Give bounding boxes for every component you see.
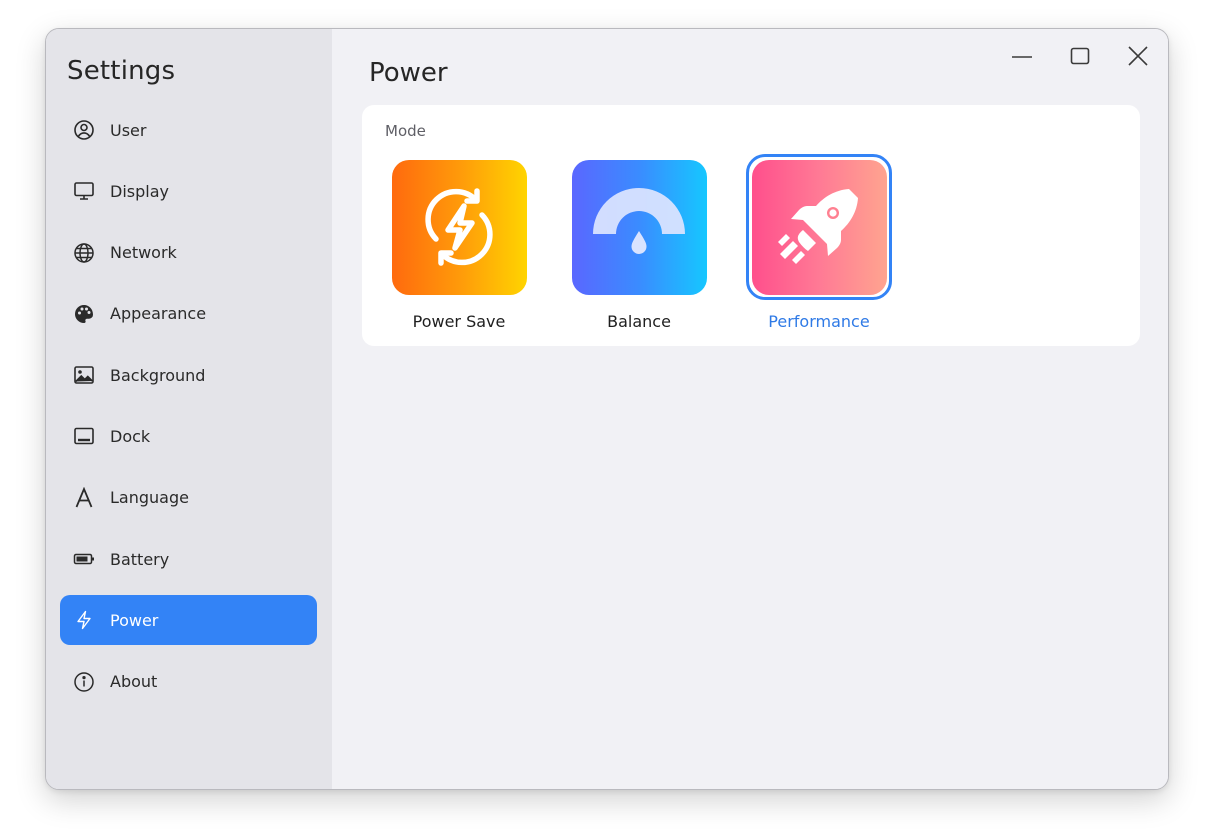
mode-section-label: Mode [385, 122, 426, 140]
maximize-button[interactable] [1065, 45, 1095, 71]
sidebar-item-label: Battery [110, 549, 170, 569]
sidebar-item-label: User [110, 120, 147, 140]
bolt-icon [73, 609, 95, 631]
maximize-icon [1069, 45, 1091, 71]
palette-icon [73, 303, 95, 325]
sidebar-item-user[interactable]: User [60, 105, 317, 155]
rocket-icon [751, 159, 887, 295]
language-icon [73, 486, 95, 509]
app-title: Settings [67, 56, 176, 86]
monitor-icon [73, 180, 95, 202]
minimize-button[interactable] [1007, 45, 1037, 71]
sidebar-item-label: About [110, 672, 158, 692]
sidebar-item-appearance[interactable]: Appearance [60, 289, 317, 339]
minimize-icon [1011, 45, 1033, 71]
sidebar-item-label: Power [110, 610, 159, 630]
battery-icon [73, 548, 95, 570]
settings-window: Settings User Display Network Appearance… [45, 28, 1169, 790]
mode-performance[interactable] [746, 154, 892, 300]
gauge-icon [571, 159, 707, 295]
image-icon [73, 364, 95, 386]
sidebar-item-label: Language [110, 488, 189, 508]
sidebar-item-label: Appearance [110, 304, 207, 324]
info-icon [73, 671, 95, 693]
sidebar-item-language[interactable]: Language [60, 473, 317, 523]
main-content: Power Mode Power Save Balance Performanc… [332, 29, 1168, 789]
mode-label-power-save: Power Save [412, 312, 506, 331]
sidebar-item-network[interactable]: Network [60, 228, 317, 278]
mode-power-save[interactable] [386, 154, 532, 300]
mode-label-performance: Performance [768, 312, 870, 331]
sidebar-item-about[interactable]: About [60, 657, 317, 707]
close-icon [1127, 45, 1149, 71]
sidebar-item-label: Display [110, 181, 169, 201]
sidebar-item-battery[interactable]: Battery [60, 534, 317, 584]
sidebar-item-display[interactable]: Display [60, 166, 317, 216]
user-icon [73, 119, 95, 141]
sidebar-item-background[interactable]: Background [60, 350, 317, 400]
sidebar-item-label: Network [110, 243, 177, 263]
dock-icon [73, 425, 95, 447]
mode-card: Mode Power Save Balance Performance [362, 105, 1140, 346]
sidebar-nav: User Display Network Appearance Backgrou… [60, 105, 317, 718]
sidebar-item-label: Dock [110, 426, 151, 446]
sidebar-item-power[interactable]: Power [60, 595, 317, 646]
mode-balance[interactable] [566, 154, 712, 300]
sidebar-item-label: Background [110, 365, 206, 385]
globe-icon [73, 242, 95, 264]
sidebar: Settings User Display Network Appearance… [46, 29, 332, 789]
page-title: Power [369, 58, 448, 88]
close-button[interactable] [1123, 45, 1153, 71]
sidebar-item-dock[interactable]: Dock [60, 411, 317, 461]
mode-label-balance: Balance [607, 312, 671, 331]
power-save-icon [391, 159, 527, 295]
